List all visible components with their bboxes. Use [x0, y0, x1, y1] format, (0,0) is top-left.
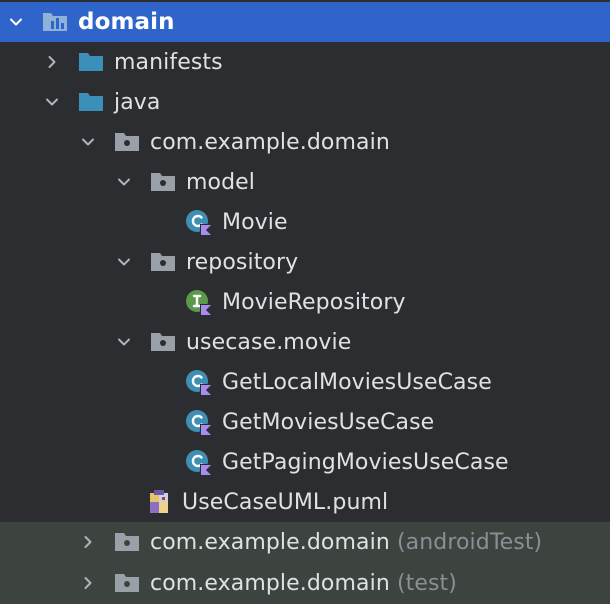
- kotlin-class-icon: [184, 207, 214, 237]
- chevron-down-icon[interactable]: [114, 252, 134, 272]
- tree-row-movie[interactable]: Movie: [0, 202, 610, 242]
- tree-row-get-paging-movies[interactable]: GetPagingMoviesUseCase: [0, 442, 610, 482]
- kotlin-class-icon: [184, 447, 214, 477]
- package-icon: [148, 247, 178, 277]
- tree-label-movie-repository: MovieRepository: [222, 289, 406, 315]
- package-icon: [112, 127, 142, 157]
- tree-label-get-local-movies: GetLocalMoviesUseCase: [222, 369, 492, 395]
- tree-row-manifests[interactable]: manifests: [0, 42, 610, 82]
- tree-row-get-movies[interactable]: GetMoviesUseCase: [0, 402, 610, 442]
- tree-row-package-android-test[interactable]: com.example.domain (androidTest): [0, 522, 610, 562]
- package-icon: [112, 568, 142, 598]
- tree-label-get-movies: GetMoviesUseCase: [222, 409, 435, 435]
- chevron-right-icon[interactable]: [42, 52, 62, 72]
- tree-label-model: model: [186, 169, 256, 195]
- tree-row-domain[interactable]: domain: [0, 2, 610, 42]
- source-set-suffix: (androidTest): [396, 529, 543, 555]
- plantuml-file-icon: [146, 487, 176, 517]
- tree-label-repository: repository: [186, 249, 299, 275]
- tree-label-manifests: manifests: [114, 49, 223, 75]
- tree-row-get-local-movies[interactable]: GetLocalMoviesUseCase: [0, 362, 610, 402]
- chevron-down-icon[interactable]: [114, 172, 134, 192]
- module-folder-icon: [40, 7, 70, 37]
- chevron-down-icon[interactable]: [42, 92, 62, 112]
- chevron-right-icon[interactable]: [78, 532, 98, 552]
- kotlin-interface-icon: [184, 287, 214, 317]
- tree-label-java: java: [114, 89, 161, 115]
- package-icon: [112, 527, 142, 557]
- tree-label-usecase-movie: usecase.movie: [186, 329, 352, 355]
- package-icon: [148, 327, 178, 357]
- tree-label-movie: Movie: [222, 209, 288, 235]
- tree-label-package-main: com.example.domain: [150, 129, 390, 155]
- tree-label-package-android-test: com.example.domain (androidTest): [150, 530, 542, 555]
- folder-icon: [76, 47, 106, 77]
- kotlin-class-icon: [184, 367, 214, 397]
- tree-row-model[interactable]: model: [0, 162, 610, 202]
- tree-row-repository[interactable]: repository: [0, 242, 610, 282]
- tree-row-package-test[interactable]: com.example.domain (test): [0, 562, 610, 604]
- chevron-down-icon[interactable]: [114, 332, 134, 352]
- tree-row-java[interactable]: java: [0, 82, 610, 122]
- source-folder-icon: [76, 87, 106, 117]
- source-set-suffix: (test): [396, 570, 457, 596]
- chevron-down-icon[interactable]: [6, 12, 26, 32]
- tree-label-usecase-uml: UseCaseUML.puml: [182, 489, 389, 515]
- package-icon: [148, 167, 178, 197]
- tree-label-get-paging-movies: GetPagingMoviesUseCase: [222, 449, 509, 475]
- tree-label-package-test: com.example.domain (test): [150, 571, 457, 596]
- kotlin-class-icon: [184, 407, 214, 437]
- chevron-right-icon[interactable]: [78, 573, 98, 593]
- package-name: com.example.domain: [150, 570, 390, 596]
- project-tree: domain manifests java com.example.domain: [0, 0, 610, 604]
- package-name: com.example.domain: [150, 529, 390, 555]
- tree-row-usecase-movie[interactable]: usecase.movie: [0, 322, 610, 362]
- tree-row-usecase-uml[interactable]: UseCaseUML.puml: [0, 482, 610, 522]
- chevron-down-icon[interactable]: [78, 132, 98, 152]
- tree-label-domain: domain: [78, 9, 175, 35]
- tree-row-movie-repository[interactable]: MovieRepository: [0, 282, 610, 322]
- tree-row-package-main[interactable]: com.example.domain: [0, 122, 610, 162]
